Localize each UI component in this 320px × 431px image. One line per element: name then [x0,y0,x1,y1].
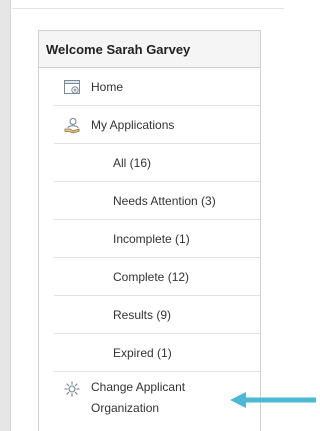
welcome-text: Welcome Sarah Garvey [46,41,191,57]
nav-change-org-line2: Organization [91,401,160,415]
nav-subitem-all[interactable]: All (16) [54,144,260,182]
nav-item-home[interactable]: Home [54,68,260,106]
navigation-panel: Welcome Sarah Garvey Home My Application… [38,30,261,431]
arrow-head [230,392,316,408]
nav-subitem-results[interactable]: Results (9) [54,296,260,334]
calendar-home-icon [64,80,80,94]
nav-subitem-label: Complete (12) [113,269,190,284]
nav-subitem-needs-attention[interactable]: Needs Attention (3) [54,182,260,220]
nav-subitem-label: Incomplete (1) [113,231,190,246]
nav-my-applications-label: My Applications [91,117,175,132]
left-scroll-strip [0,0,10,431]
gear-icon [64,381,80,397]
left-strip-divider [10,0,11,431]
welcome-header: Welcome Sarah Garvey [39,31,260,68]
nav-change-org-label: Change Applicant Organization [91,377,185,419]
nav-subitem-label: All (16) [113,155,152,170]
nav-subitem-label: Expired (1) [113,345,172,360]
page: Welcome Sarah Garvey Home My Application… [0,0,319,431]
nav-subitem-expired[interactable]: Expired (1) [54,334,260,372]
left-arrow-annotation [230,392,316,408]
nav-subitem-label: Needs Attention (3) [113,193,216,208]
nav-change-org-line1: Change Applicant [91,380,186,394]
nav-subitem-label: Results (9) [113,307,172,322]
nav-home-label: Home [91,79,124,94]
top-divider [12,8,284,9]
nav-item-my-applications[interactable]: My Applications [54,106,260,144]
nav-subitem-incomplete[interactable]: Incomplete (1) [54,220,260,258]
nav-list: Home My Applications All (16) Needs Atte… [54,68,260,418]
applications-icon [64,118,80,134]
nav-subitem-complete[interactable]: Complete (12) [54,258,260,296]
